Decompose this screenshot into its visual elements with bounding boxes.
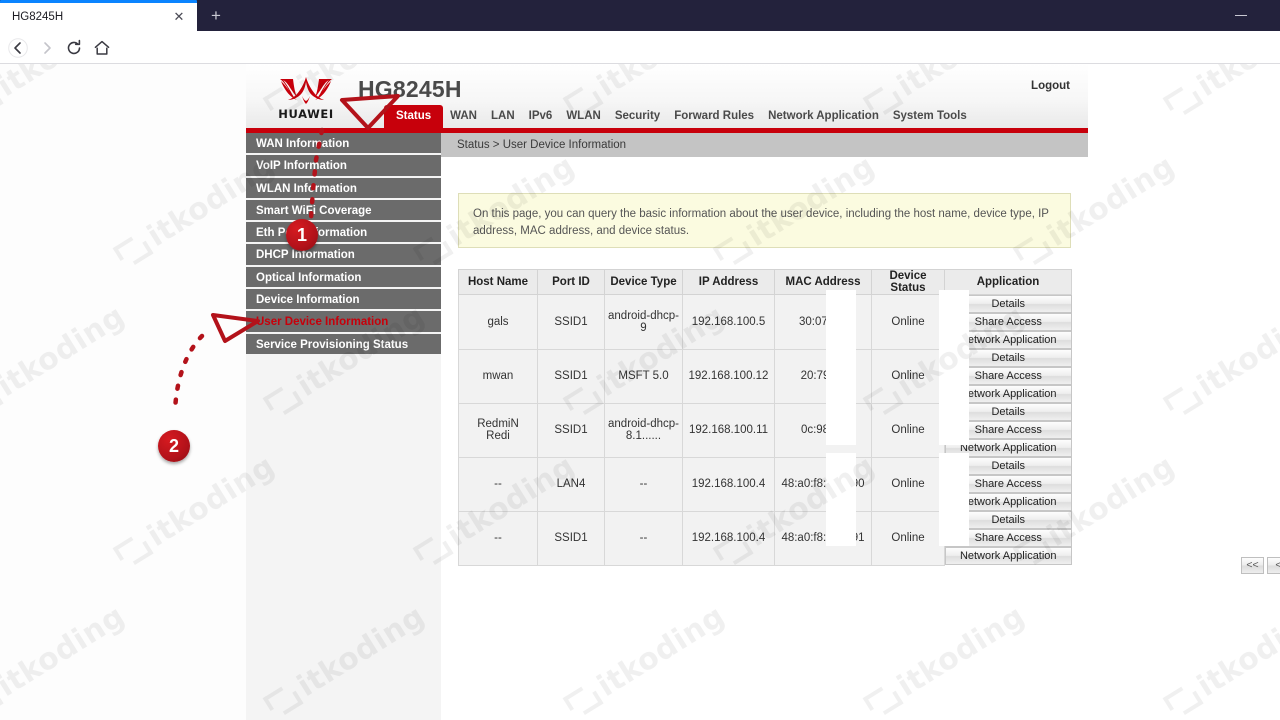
host-name-line-1: gals <box>487 315 509 328</box>
host-name-line-2: Redi <box>486 430 510 442</box>
sidebar-item-optical-information[interactable]: Optical Information <box>246 266 441 290</box>
sidebar-item-wlan-information[interactable]: WLAN Information <box>246 177 441 200</box>
redaction-block <box>826 453 856 546</box>
sidebar-item-service-provisioning-status[interactable]: Service Provisioning Status <box>246 333 441 356</box>
forward-arrow-icon <box>37 38 57 58</box>
host-name-line-1: -- <box>494 478 502 490</box>
sidebar-item-wan-information[interactable]: WAN Information <box>246 133 441 156</box>
router-nav-items: Status WAN LAN IPv6 WLAN Security Forward Rule… <box>384 105 974 128</box>
browser-tab-title: HG8245H <box>12 11 64 23</box>
table-body: gals SSID1 android-dhcp-9 192.168.100.5 30:0… <box>458 294 1072 566</box>
cell-device-type: android-dhcp-9 <box>604 294 683 350</box>
column-header-device-type: Device Type <box>604 269 683 295</box>
redaction-block <box>939 453 969 546</box>
info-notice: On this page, you can query the basic in… <box>458 193 1071 248</box>
host-name-line-1: RedmiN <box>477 418 519 430</box>
column-header-device-status: Device Status <box>871 269 945 295</box>
cell-mac-address: 20:79:18 <box>774 348 872 404</box>
cell-device-type: -- <box>604 456 683 512</box>
cell-port-id: LAN4 <box>537 456 605 512</box>
browser-tab[interactable]: HG8245H ✕ <box>0 0 197 31</box>
host-name-line-1: mwan <box>482 370 514 382</box>
nav-item-system-tools[interactable]: System Tools <box>886 105 974 128</box>
cell-device-status: Online <box>871 456 945 512</box>
pagination-controls: << < 1/1 > >> <box>1241 557 1280 574</box>
table-row: gals SSID1 android-dhcp-9 192.168.100.5 30:0… <box>458 294 1072 350</box>
cell-port-id: SSID1 <box>537 294 605 350</box>
page-left-margin <box>0 64 246 720</box>
router-body: WAN Information VoIP Information WLAN Info… <box>246 133 1280 720</box>
close-icon[interactable]: ✕ <box>171 9 187 25</box>
sidebar-item-device-information[interactable]: Device Information <box>246 289 441 312</box>
cell-device-status: Online <box>871 402 945 458</box>
sidebar-item-dhcp-information[interactable]: DHCP Information <box>246 244 441 267</box>
router-content: Status > User Device Information On this… <box>441 133 1280 720</box>
cell-host-name: mwan <box>458 348 538 404</box>
router-header: HUAWEI HG8245H Logout Status WAN LAN IPv6 WL… <box>246 64 1088 128</box>
cell-ip-address: 192.168.100.12 <box>682 348 775 404</box>
logout-button[interactable]: Logout <box>1031 80 1070 92</box>
content-panel: On this page, you can query the basic in… <box>441 157 1280 720</box>
router-sidebar: WAN Information VoIP Information WLAN Info… <box>246 133 441 720</box>
router-model-title: HG8245H <box>358 76 462 102</box>
router-admin-page: HUAWEI HG8245H Logout Status WAN LAN IPv6 WL… <box>246 64 1280 720</box>
cell-host-name: RedmiN Redi <box>458 402 538 458</box>
home-icon[interactable] <box>92 38 112 58</box>
minimize-icon[interactable] <box>1222 0 1262 31</box>
column-header-mac-address: MAC Address <box>774 269 872 295</box>
host-name-line-1: -- <box>494 532 502 544</box>
user-device-table: Host Name Port ID Device Type IP Address MAC… <box>458 269 1072 566</box>
router-main-nav: Status WAN LAN IPv6 WLAN Security Forward Rule… <box>246 105 1088 128</box>
nav-item-wan[interactable]: WAN <box>443 105 484 128</box>
nav-item-lan[interactable]: LAN <box>484 105 522 128</box>
browser-tab-strip: HG8245H ✕ + <box>0 0 1280 31</box>
cell-device-type: android-dhcp-8.1...... <box>604 402 683 458</box>
redaction-block <box>826 290 856 445</box>
sidebar-item-eth-port-information[interactable]: Eth Port Information <box>246 222 441 245</box>
nav-item-forward-rules[interactable]: Forward Rules <box>667 105 761 128</box>
first-page-button[interactable]: << <box>1241 557 1264 574</box>
page-right-margin <box>1088 64 1280 720</box>
nav-item-ipv6[interactable]: IPv6 <box>522 105 560 128</box>
cell-mac-address: 30:07:4d: <box>774 294 872 350</box>
nav-item-status[interactable]: Status <box>384 105 444 128</box>
cell-port-id: SSID1 <box>537 348 605 404</box>
cell-ip-address: 192.168.100.4 <box>682 456 775 512</box>
back-arrow-icon[interactable] <box>8 38 28 58</box>
cell-host-name: gals <box>458 294 538 350</box>
prev-page-button[interactable]: < <box>1267 557 1280 574</box>
cell-device-type: MSFT 5.0 <box>604 348 683 404</box>
cell-device-status: Online <box>871 348 945 404</box>
nav-item-security[interactable]: Security <box>608 105 667 128</box>
sidebar-item-smart-wifi-coverage[interactable]: Smart WiFi Coverage <box>246 199 441 223</box>
sidebar-item-voip-information[interactable]: VoIP Information <box>246 155 441 178</box>
nav-item-network-application[interactable]: Network Application <box>761 105 886 128</box>
column-header-host-name: Host Name <box>458 269 538 295</box>
table-row: -- LAN4 -- 192.168.100.4 48:a0:f8:fb:5f:90 On… <box>458 456 1072 512</box>
cell-ip-address: 192.168.100.5 <box>682 294 775 350</box>
cell-host-name: -- <box>458 456 538 512</box>
breadcrumb: Status > User Device Information <box>441 133 1088 157</box>
reload-icon[interactable] <box>64 38 84 58</box>
redaction-block <box>939 290 969 445</box>
new-tab-icon[interactable]: + <box>205 5 227 27</box>
table-header-row: Host Name Port ID Device Type IP Address MAC… <box>458 269 1072 295</box>
column-header-port-id: Port ID <box>537 269 605 295</box>
cell-mac-address: 0c:98:38 <box>774 402 872 458</box>
table-row: mwan SSID1 MSFT 5.0 192.168.100.12 20:79:18 O… <box>458 348 1072 404</box>
column-header-ip-address: IP Address <box>682 269 775 295</box>
cell-ip-address: 192.168.100.11 <box>682 402 775 458</box>
cell-mac-address: 48:a0:f8:fb:5f:90 <box>774 456 872 512</box>
table-row: RedmiN Redi SSID1 android-dhcp-8.1...... 192… <box>458 402 1072 458</box>
browser-toolbar: 192.168.100.1/index.asp <box>0 31 1280 91</box>
cell-device-status: Online <box>871 294 945 350</box>
cell-port-id: SSID1 <box>537 402 605 458</box>
nav-item-wlan[interactable]: WLAN <box>559 105 608 128</box>
pagination-bar: << < 1/1 > >> Page Go <box>458 557 1280 583</box>
sidebar-item-user-device-information[interactable]: User Device Information <box>246 311 441 334</box>
